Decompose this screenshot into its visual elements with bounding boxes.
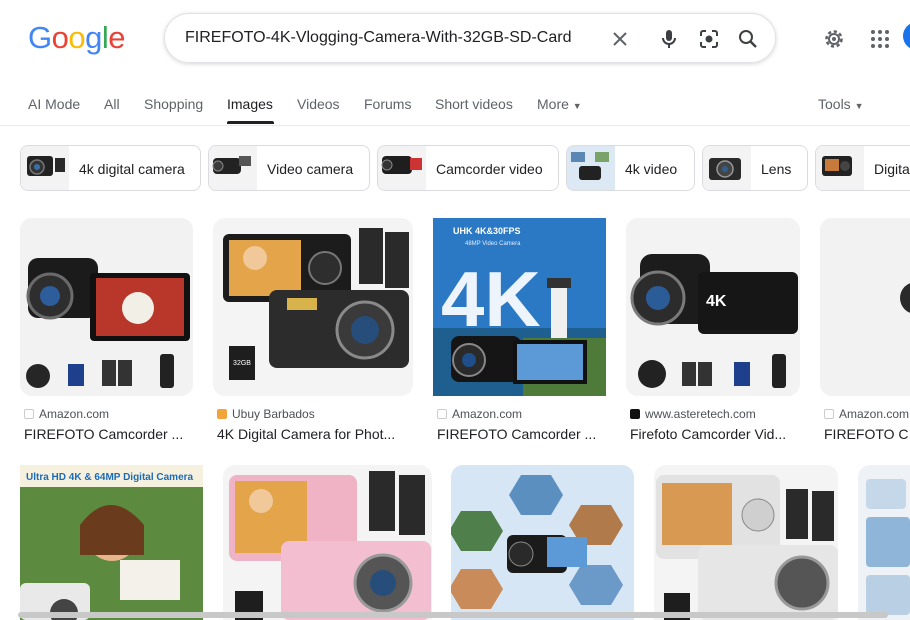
result-source-label: www.asteretech.com [645, 407, 756, 421]
avatar[interactable] [903, 22, 910, 50]
result-title[interactable]: FIREFOTO Camcorder ... [437, 426, 612, 442]
image-big-4k-text: 4K [441, 255, 541, 343]
tab-short-videos[interactable]: Short videos [435, 96, 513, 112]
chip-label: 4k video [625, 161, 678, 177]
chip-lens[interactable]: Lens [702, 145, 808, 191]
chip-4k-digital-camera[interactable]: 4k digital camera [20, 145, 201, 191]
chip-label: 4k digital camera [79, 161, 185, 177]
result-title[interactable]: Firefoto Camcorder Vid... [630, 426, 805, 442]
chip-thumbnail [209, 146, 257, 190]
amazon-favicon-icon [24, 409, 34, 419]
mic-icon[interactable] [657, 27, 681, 51]
image-result[interactable] [223, 465, 432, 620]
tools-label: Tools [818, 96, 851, 112]
result-source-label: Amazon.com [839, 407, 910, 421]
caret-down-icon: ▼ [572, 101, 582, 111]
tab-images[interactable]: Images [227, 96, 273, 112]
chip-4k-video[interactable]: 4k video [566, 145, 695, 191]
chip-label: Digita [874, 161, 910, 177]
chip-thumbnail [21, 146, 69, 190]
divider [0, 125, 910, 126]
active-tab-indicator [227, 121, 274, 124]
result-source[interactable]: Amazon.com [24, 407, 109, 421]
amazon-favicon-icon [824, 409, 834, 419]
tab-all[interactable]: All [104, 96, 120, 112]
lens-icon[interactable] [697, 27, 721, 51]
ubuy-favicon-icon [217, 409, 227, 419]
image-result[interactable] [654, 465, 838, 620]
result-source[interactable]: Amazon.com [437, 407, 522, 421]
result-image[interactable]: Ultra HD 4K & 64MP Digital Camera [20, 465, 203, 620]
chip-label: Camcorder video [436, 161, 543, 177]
result-source[interactable]: Ubuy Barbados [217, 407, 315, 421]
image-caption: Ultra HD 4K & 64MP Digital Camera [26, 472, 194, 483]
result-source-label: Amazon.com [39, 407, 110, 421]
result-image[interactable] [820, 218, 910, 396]
caret-down-icon: ▼ [854, 101, 864, 111]
search-input[interactable]: FIREFOTO-4K-Vlogging-Camera-With-32GB-SD… [185, 29, 571, 47]
chip-camcorder-video[interactable]: Camcorder video [377, 145, 559, 191]
image-result[interactable]: Ultra HD 4K & 64MP Digital Camera [20, 465, 203, 620]
search-icon[interactable] [736, 27, 760, 51]
chip-thumbnail [378, 146, 426, 190]
chip-thumbnail [816, 146, 864, 190]
image-caption: UHK 4K&30FPS [453, 226, 521, 236]
tab-forums[interactable]: Forums [364, 96, 411, 112]
chip-thumbnail [703, 146, 751, 190]
result-image[interactable] [654, 465, 838, 620]
result-image[interactable] [451, 465, 634, 620]
result-source-label: Amazon.com [452, 407, 523, 421]
asteretech-favicon-icon [630, 409, 640, 419]
image-4k-badge: 4K [706, 293, 727, 310]
clear-icon[interactable] [608, 27, 632, 51]
result-title[interactable]: 4K Digital Camera for Phot... [217, 426, 412, 442]
result-title[interactable]: FIREFOTO C [824, 426, 910, 442]
tab-videos[interactable]: Videos [297, 96, 340, 112]
image-result[interactable] [451, 465, 634, 620]
result-image[interactable]: 4K [626, 218, 800, 396]
chip-thumbnail [567, 146, 615, 190]
result-image[interactable] [20, 218, 193, 396]
chip-label: Lens [761, 161, 792, 177]
horizontal-scrollbar[interactable] [18, 612, 888, 618]
tools-button[interactable]: Tools ▼ [818, 96, 864, 112]
tab-shopping[interactable]: Shopping [144, 96, 203, 112]
result-image[interactable] [223, 465, 432, 620]
chip-digital[interactable]: Digita [815, 145, 910, 191]
result-title[interactable]: FIREFOTO Camcorder ... [24, 426, 199, 442]
tab-more[interactable]: More ▼ [537, 96, 582, 112]
chip-video-camera[interactable]: Video camera [208, 145, 370, 191]
apps-icon[interactable] [868, 27, 892, 51]
result-image[interactable]: UHK 4K&30FPS 48MP Video Camera 4K [433, 218, 606, 396]
search-box[interactable]: FIREFOTO-4K-Vlogging-Camera-With-32GB-SD… [164, 13, 776, 63]
sd-card-label: 32GB [233, 360, 251, 367]
result-source[interactable]: Amazon.com [824, 407, 909, 421]
result-source[interactable]: www.asteretech.com [630, 407, 756, 421]
google-logo[interactable]: Google [28, 20, 126, 56]
tab-ai-mode[interactable]: AI Mode [28, 96, 80, 112]
image-subcaption: 48MP Video Camera [465, 241, 521, 247]
tab-more-label: More [537, 96, 569, 112]
result-image[interactable]: 32GB [213, 218, 413, 396]
result-source-label: Ubuy Barbados [232, 407, 315, 421]
result-image[interactable] [858, 465, 910, 620]
settings-icon[interactable] [822, 27, 846, 51]
amazon-favicon-icon [437, 409, 447, 419]
image-result[interactable] [858, 465, 910, 620]
chip-label: Video camera [267, 161, 354, 177]
